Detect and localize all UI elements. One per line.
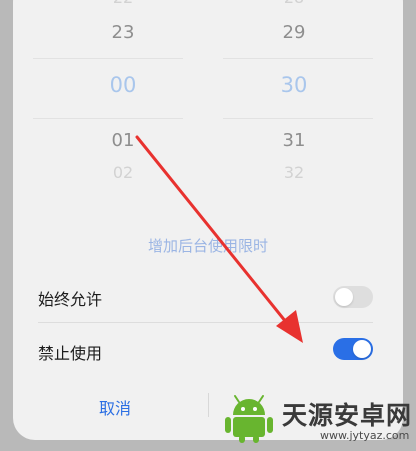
hour-selected[interactable]: 00 bbox=[110, 73, 137, 97]
minute-selection-line bbox=[223, 58, 373, 59]
hour-selection-line bbox=[33, 118, 183, 119]
always-allow-label: 始终允许 bbox=[38, 290, 103, 309]
prohibit-use-label: 禁止使用 bbox=[38, 344, 103, 363]
minute-selected[interactable]: 30 bbox=[281, 73, 308, 97]
time-picker[interactable]: 22 23 00 01 02 28 29 30 31 32 bbox=[13, 0, 403, 185]
button-divider bbox=[208, 393, 209, 417]
row-divider bbox=[38, 322, 373, 323]
watermark-site-name: 天源安卓网 bbox=[282, 401, 413, 430]
always-allow-toggle[interactable] bbox=[333, 286, 373, 308]
android-logo-icon bbox=[225, 395, 273, 443]
minute-option[interactable]: 32 bbox=[284, 163, 304, 182]
hour-option[interactable]: 23 bbox=[112, 22, 135, 43]
cancel-button[interactable]: 取消 bbox=[99, 395, 131, 419]
toggle-knob bbox=[335, 288, 353, 306]
hour-option[interactable]: 22 bbox=[113, 0, 133, 7]
toggle-knob bbox=[353, 340, 371, 358]
minute-selection-line bbox=[223, 118, 373, 119]
time-limit-dialog: 22 23 00 01 02 28 29 30 31 32 增加后台使用限时 始… bbox=[13, 0, 403, 440]
extend-background-limit-link[interactable]: 增加后台使用限时 bbox=[13, 235, 403, 256]
minute-option[interactable]: 31 bbox=[283, 130, 306, 151]
prohibit-use-toggle[interactable] bbox=[333, 338, 373, 360]
hour-option[interactable]: 01 bbox=[112, 130, 135, 151]
site-watermark: 天源安卓网 www.jytyaz.com bbox=[220, 392, 413, 448]
minute-option[interactable]: 29 bbox=[283, 22, 306, 43]
hour-selection-line bbox=[33, 58, 183, 59]
minute-option[interactable]: 28 bbox=[284, 0, 304, 7]
hour-option[interactable]: 02 bbox=[113, 163, 133, 182]
watermark-url: www.jytyaz.com bbox=[320, 429, 410, 442]
